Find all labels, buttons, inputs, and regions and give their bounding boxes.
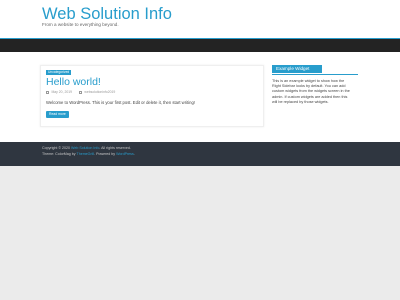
- post-meta: May 20, 2019 websolutioninfo2019: [46, 90, 121, 94]
- copyright-prefix: Copyright © 2020: [42, 146, 72, 150]
- post-date-text: May 20, 2019: [51, 90, 72, 94]
- post-card: [40, 65, 264, 127]
- post-excerpt: Welcome to WordPress. This is your first…: [46, 100, 195, 105]
- wordpress-link[interactable]: WordPress: [116, 152, 134, 156]
- footer-copyright: Copyright © 2020 Web Solution Info. All …: [42, 146, 131, 150]
- post-title-link[interactable]: Hello world!: [46, 76, 101, 88]
- themegrill-link[interactable]: ThemeGrill: [77, 152, 95, 156]
- powered-suffix: .: [133, 152, 135, 156]
- powered-prefix: . Powered by: [94, 152, 117, 156]
- footer-credits: Theme: ColorMag by ThemeGrill. Powered b…: [42, 152, 135, 156]
- nav-item-business-steps[interactable]: HOW TO START AN ON LINE BUSINESS TODAY! …: [45, 3, 184, 8]
- calendar-icon: [46, 90, 49, 94]
- footer-site-link[interactable]: Web Solution Info: [71, 146, 99, 150]
- widget-text: This is an example widget to show how th…: [272, 79, 362, 105]
- post-author-text: websolutioninfo2019: [84, 90, 116, 94]
- category-badge[interactable]: Uncategorized: [46, 70, 72, 75]
- page: Web Solution Info From a website to ever…: [0, 0, 400, 300]
- site-tagline: From a website to everything beyond.: [42, 22, 119, 27]
- widget-text-line: will be replaced by those widgets.: [272, 99, 329, 104]
- theme-prefix: Theme: ColorMag by: [42, 152, 77, 156]
- post-author[interactable]: websolutioninfo2019: [78, 90, 116, 94]
- widget-title-underline: [272, 74, 358, 75]
- post-date[interactable]: May 20, 2019: [46, 90, 72, 94]
- copyright-suffix: . All rights reserved.: [99, 146, 131, 150]
- widget-text-line: custom widgets from the widgets screen i…: [272, 89, 350, 94]
- widget-title: Example Widget: [272, 65, 322, 73]
- main-navigation: [0, 38, 400, 52]
- user-icon: [78, 90, 82, 94]
- read-more-button[interactable]: Read more: [46, 111, 69, 118]
- nav-item-sample-page[interactable]: SAMPLE PAGE: [178, 3, 207, 8]
